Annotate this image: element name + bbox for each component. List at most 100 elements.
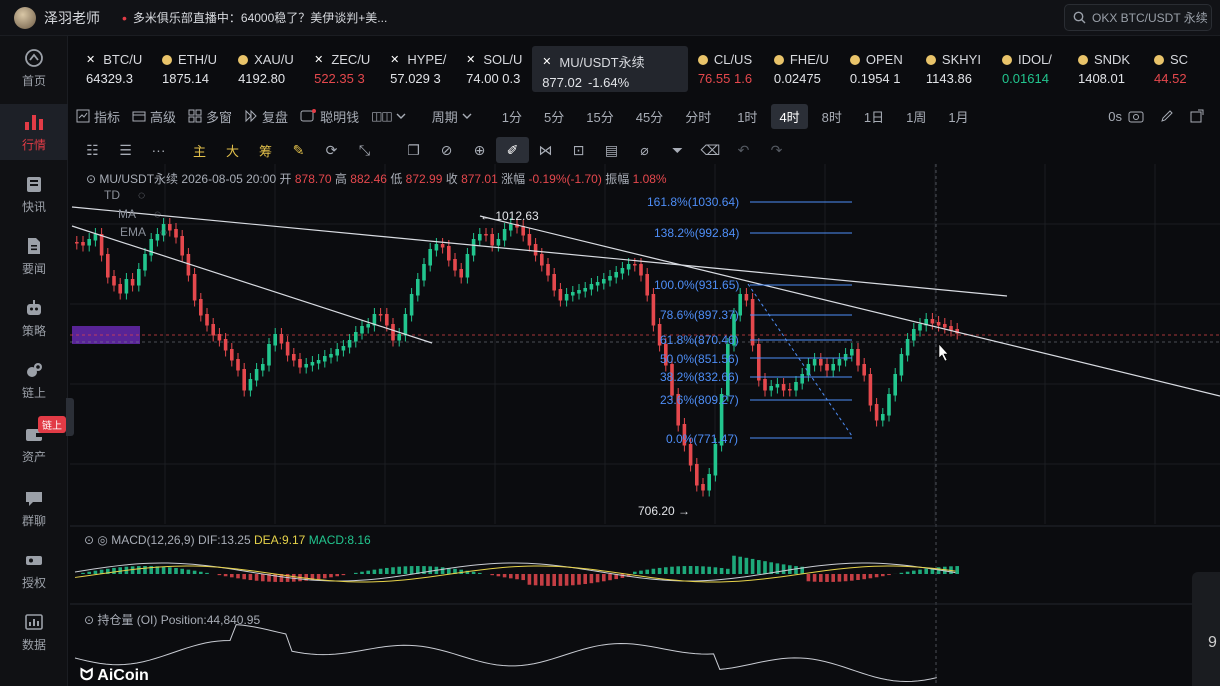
- zoom-icon[interactable]: ⊕: [463, 137, 496, 163]
- nav-market-label: 行情: [21, 138, 46, 152]
- ticker-item[interactable]: SNDK 1408.01: [1068, 46, 1144, 92]
- copy-icon[interactable]: ❐: [397, 137, 430, 163]
- trend-line[interactable]: [71, 206, 1008, 297]
- user-name[interactable]: 泽羽老师: [44, 8, 100, 28]
- period-dropdown[interactable]: 周期: [432, 107, 476, 126]
- chart-canvas[interactable]: [70, 164, 1220, 686]
- smart-money-button[interactable]: 聪明钱: [300, 107, 359, 126]
- ticker-item[interactable]: ✕ HYPE/57.029 3: [380, 46, 456, 92]
- ticker-item[interactable]: ✕ MU/USDT永续 877.02 -1.64%: [532, 46, 688, 92]
- nav-chat[interactable]: 群聊: [0, 480, 68, 536]
- ruler-icon[interactable]: ⊘: [430, 137, 463, 163]
- macd-bar: [850, 574, 854, 581]
- avatar[interactable]: [14, 6, 36, 29]
- nav-flash[interactable]: 快讯: [0, 166, 68, 222]
- nav-market[interactable]: 行情: [0, 104, 68, 160]
- chart-area[interactable]: ⊙ MU/USDT永续 2026-08-05 20:00 开 878.70 高 …: [70, 164, 1220, 686]
- menu-icon[interactable]: ☰: [109, 137, 142, 163]
- main-indicator-button[interactable]: 主: [183, 137, 216, 163]
- edit-button[interactable]: [1160, 109, 1178, 123]
- redo-icon[interactable]: ↷: [760, 137, 793, 163]
- nav-home[interactable]: 首页: [0, 40, 68, 96]
- indicator-button[interactable]: 指标: [76, 107, 120, 126]
- search-box[interactable]: OKX BTC/USDT 永续: [1064, 4, 1212, 31]
- ticker-item[interactable]: SC 44.52: [1144, 46, 1220, 92]
- filter-icon[interactable]: ⏷: [661, 137, 694, 163]
- indicator-ema[interactable]: EMA ◌: [120, 225, 167, 239]
- template-icon[interactable]: ▤: [595, 137, 628, 163]
- macd-bar: [236, 574, 240, 579]
- ticker-item[interactable]: ✕ ZEC/U 522.35 3: [304, 46, 380, 92]
- timeframe-tab[interactable]: 1日: [856, 104, 892, 129]
- trend-line[interactable]: [479, 215, 1220, 397]
- undo-icon[interactable]: ↶: [727, 137, 760, 163]
- refresh-icon[interactable]: ⟳: [315, 137, 348, 163]
- layout-dropdown[interactable]: ◫◫: [371, 109, 410, 123]
- floating-side-panel[interactable]: 9: [1192, 572, 1220, 686]
- ticker-item[interactable]: XAU/U 4192.80: [228, 46, 304, 92]
- ticker-item[interactable]: ✕ BTC/U 64329.3: [76, 46, 152, 92]
- oi-legend[interactable]: ⊙ 持仓量 (OI) Position:44,840.95: [84, 611, 260, 628]
- replay-button[interactable]: 复盘: [244, 107, 288, 126]
- candle-body: [564, 294, 569, 301]
- draw-pen-icon[interactable]: ✐: [496, 137, 529, 163]
- chevron-down-icon: [462, 113, 472, 119]
- macd-bar: [93, 570, 98, 574]
- timeframe-tab[interactable]: 1周: [898, 104, 934, 129]
- timeframe-tab[interactable]: 15分: [578, 104, 621, 129]
- big-order-button[interactable]: 大: [216, 137, 249, 163]
- eye-off-icon[interactable]: ◌: [154, 207, 161, 221]
- candle-body: [205, 314, 209, 326]
- nav-data[interactable]: 数据: [0, 604, 68, 660]
- candle-body: [106, 254, 110, 278]
- screenshot-button[interactable]: [1128, 109, 1148, 123]
- timeframe-tab[interactable]: 1月: [940, 104, 976, 129]
- news-ticker[interactable]: • 多米俱乐部直播中：64000稳了？美伊谈判+美...: [122, 9, 387, 26]
- timeframe-tab[interactable]: 45分: [628, 104, 671, 129]
- multi-window-button[interactable]: 多窗: [188, 107, 232, 126]
- macd-bar: [552, 574, 556, 586]
- close-value: 877.01: [461, 172, 498, 186]
- indicator-ma[interactable]: MA ◌: [118, 207, 161, 221]
- timeframe-tab[interactable]: 8时: [814, 104, 850, 129]
- pattern-icon[interactable]: ⋈: [529, 137, 562, 163]
- timeframe-tab[interactable]: 1时: [729, 104, 765, 129]
- nav-onchain[interactable]: 链上: [0, 352, 68, 408]
- lock-icon[interactable]: ⊡: [562, 137, 595, 163]
- nav-assets[interactable]: 链上 资产: [0, 416, 68, 472]
- trash-icon[interactable]: ⌫: [694, 137, 727, 163]
- timeframe-tab[interactable]: 4时: [771, 103, 808, 129]
- macd-bar: [856, 574, 860, 581]
- fib-label: 161.8%(1030.64): [647, 195, 740, 209]
- ticker-item[interactable]: CL/US 76.55 1.6: [688, 46, 764, 92]
- timeframe-tab[interactable]: 1分: [494, 104, 530, 129]
- measure-icon[interactable]: ⤡: [348, 137, 381, 163]
- nav-headlines[interactable]: 要闻: [0, 228, 68, 284]
- ticker-item[interactable]: FHE/U 0.02475: [764, 46, 840, 92]
- annotate-icon[interactable]: ✎: [282, 137, 315, 163]
- ticker-symbol: IDOL/: [1001, 52, 1068, 67]
- ticker-item[interactable]: IDOL/0.01614: [992, 46, 1068, 92]
- more-icon[interactable]: ···: [142, 137, 175, 163]
- oi-value: Position:44,840.95: [160, 613, 261, 627]
- ticker-item[interactable]: SKHYI 1143.86: [916, 46, 992, 92]
- nav-auth[interactable]: 授权: [0, 542, 68, 598]
- advanced-button[interactable]: 高级: [132, 107, 176, 126]
- ticker-item[interactable]: OPEN 0.1954 1: [840, 46, 916, 92]
- eye-off-icon[interactable]: ◌: [160, 225, 167, 239]
- timeframe-tab[interactable]: 5分: [536, 104, 572, 129]
- list-view-icon[interactable]: ☷: [76, 137, 109, 163]
- fib-diagonal[interactable]: [747, 283, 853, 437]
- indicator-td[interactable]: TD ◌: [104, 188, 145, 202]
- candle-body: [93, 234, 98, 241]
- ticker-item[interactable]: ✕ SOL/U 74.00 0.3: [456, 46, 532, 92]
- macd-legend[interactable]: ⊙ ◎ MACD(12,26,9) DIF:13.25 DEA:9.17 MAC…: [84, 533, 371, 547]
- timeframe-tab[interactable]: 分时: [677, 104, 719, 129]
- eye-off-icon[interactable]: ◌: [138, 188, 145, 202]
- candle-body: [819, 359, 823, 366]
- ticker-item[interactable]: ETH/U 1875.14: [152, 46, 228, 92]
- nav-strategy[interactable]: 策略: [0, 290, 68, 346]
- magnet-icon[interactable]: ⌀: [628, 137, 661, 163]
- chip-button[interactable]: 筹: [249, 137, 282, 163]
- popout-button[interactable]: [1190, 109, 1208, 123]
